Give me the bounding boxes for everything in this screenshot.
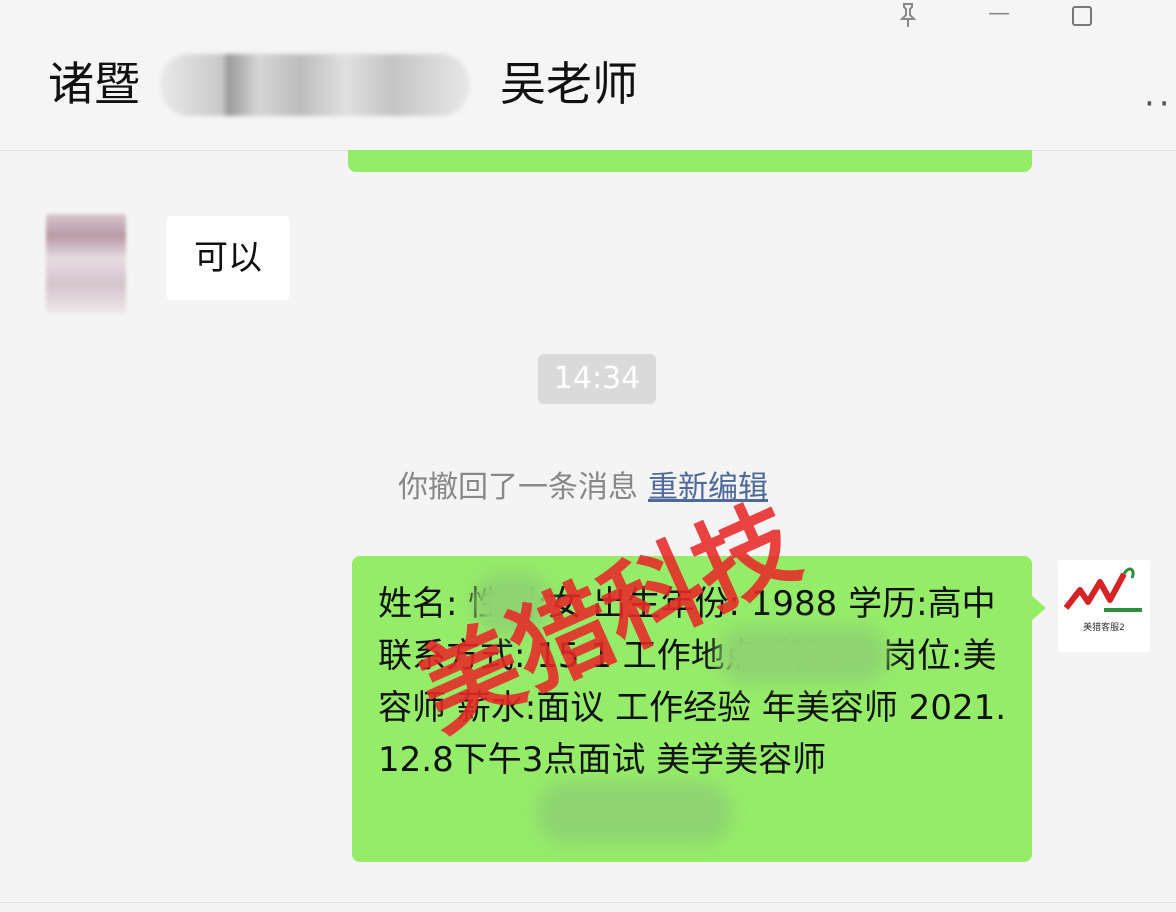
recall-notice-text: 你撤回了一条消息 [398,470,638,505]
chat-title-prefix: 诸暨 [48,57,140,111]
brand-logo [1063,567,1142,612]
avatar-caption: 美猎客服2 [1083,623,1125,633]
contact-avatar[interactable] [46,214,126,314]
redaction-blur [472,572,552,634]
self-avatar[interactable]: 美猎客服2 [1058,560,1150,652]
pin-icon[interactable] [896,2,920,34]
previous-message-bubble [348,150,1032,172]
maximize-icon[interactable] [1072,2,1092,26]
window-controls: — [876,0,1176,36]
message-timestamp: 14:34 [538,354,656,404]
more-icon[interactable]: ·· [1144,84,1174,124]
re-edit-link[interactable]: 重新编辑 [648,470,768,505]
chat-title-suffix: 吴老师 [500,57,638,111]
incoming-message-bubble[interactable]: 可以 [166,216,290,300]
minimize-icon[interactable]: — [988,2,1010,26]
redaction-blur [718,626,888,684]
input-divider [0,902,1176,903]
blurred-title-segment [160,54,470,116]
outgoing-bubble-tail [1030,594,1046,622]
recall-notice: 你撤回了一条消息 重新编辑 [398,466,768,510]
redaction-blur [536,782,732,844]
